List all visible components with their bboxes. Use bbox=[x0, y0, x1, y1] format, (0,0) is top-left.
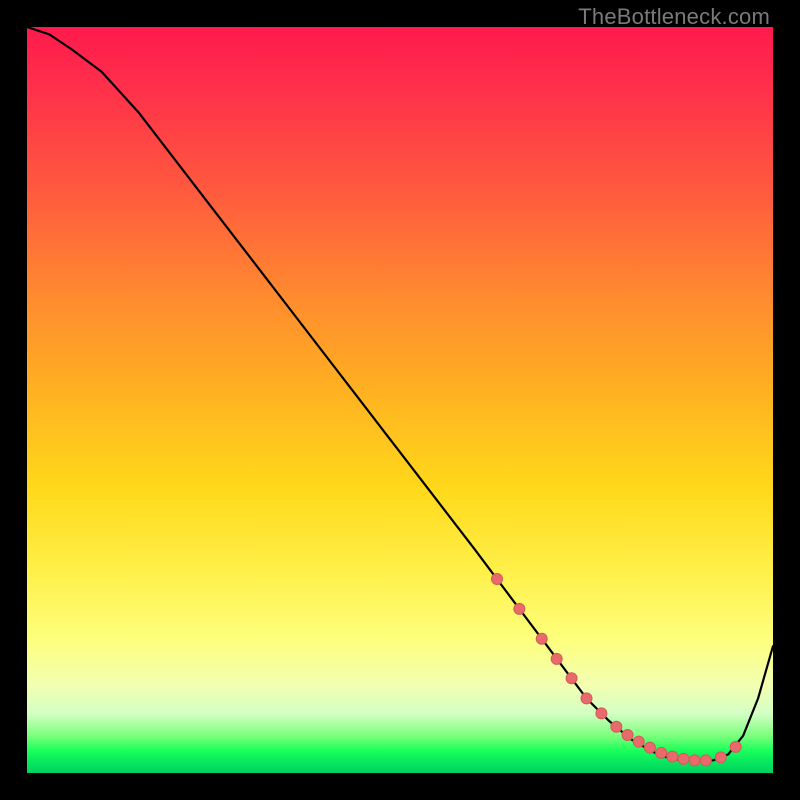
curve-marker-dot bbox=[491, 574, 502, 585]
curve-marker-dot bbox=[596, 708, 607, 719]
curve-marker-dot bbox=[644, 742, 655, 753]
curve-marker-dot bbox=[551, 653, 562, 664]
curve-marker-dot bbox=[581, 693, 592, 704]
curve-marker-dot bbox=[667, 751, 678, 762]
plot-area bbox=[27, 27, 773, 773]
curve-marker-dot bbox=[536, 633, 547, 644]
curve-marker-dot bbox=[622, 729, 633, 740]
chart-frame: TheBottleneck.com bbox=[0, 0, 800, 800]
curve-marker-dot bbox=[656, 747, 667, 758]
curve-marker-dot bbox=[678, 753, 689, 764]
curve-marker-dot bbox=[689, 755, 700, 766]
curve-marker-dot bbox=[633, 736, 644, 747]
curve-marker-dot bbox=[715, 752, 726, 763]
curve-markers bbox=[491, 574, 741, 766]
bottleneck-curve-svg bbox=[27, 27, 773, 773]
curve-marker-dot bbox=[514, 603, 525, 614]
curve-marker-dot bbox=[611, 721, 622, 732]
curve-marker-dot bbox=[730, 741, 741, 752]
curve-marker-dot bbox=[566, 673, 577, 684]
curve-marker-dot bbox=[700, 755, 711, 766]
bottleneck-curve-line bbox=[27, 27, 773, 761]
